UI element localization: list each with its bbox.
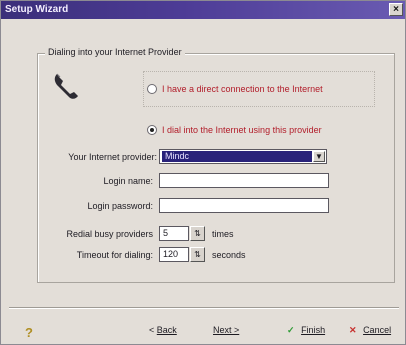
direct-connection-option[interactable]: I have a direct connection to the Intern…	[147, 82, 323, 96]
bottom-separator	[9, 307, 399, 309]
redial-spinner[interactable]: ⇅	[190, 226, 205, 241]
phone-icon	[54, 73, 78, 99]
help-icon[interactable]: ?	[25, 325, 33, 340]
provider-label: Your Internet provider:	[68, 152, 157, 162]
timeout-unit: seconds	[212, 250, 246, 260]
login-password-input[interactable]	[159, 198, 329, 213]
setup-wizard-window: Setup Wizard × Dialing into your Interne…	[0, 0, 406, 345]
redial-label: Redial busy providers	[66, 229, 153, 239]
chevron-down-icon[interactable]: ▼	[313, 151, 325, 162]
window-title: Setup Wizard	[5, 4, 69, 15]
provider-select[interactable]: Mindc ▼	[159, 149, 327, 164]
cancel-label: Cancel	[363, 325, 392, 335]
back-button[interactable]: < Back	[149, 325, 177, 335]
checkmark-icon: ✓	[287, 325, 295, 335]
dial-provider-option[interactable]: I dial into the Internet using this prov…	[147, 123, 322, 137]
direct-radio[interactable]	[147, 84, 157, 94]
login-label: Login name:	[103, 176, 153, 186]
title-bar: Setup Wizard ×	[1, 1, 405, 19]
close-button[interactable]: ×	[389, 3, 403, 16]
finish-button[interactable]: ✓ Finish	[287, 325, 325, 336]
password-label: Login password:	[87, 201, 153, 211]
dial-option-label: I dial into the Internet using this prov…	[162, 125, 322, 135]
back-label: Back	[156, 325, 177, 335]
timeout-input[interactable]: 120	[159, 247, 189, 262]
login-name-input[interactable]	[159, 173, 329, 188]
finish-label: Finish	[301, 325, 326, 335]
redial-input[interactable]: 5	[159, 226, 189, 241]
next-button[interactable]: Next >	[213, 325, 239, 335]
cancel-button[interactable]: ✕ Cancel	[349, 325, 391, 336]
dial-radio[interactable]	[147, 125, 157, 135]
provider-value: Mindc	[162, 151, 312, 162]
group-label: Dialing into your Internet Provider	[45, 47, 185, 57]
direct-option-label: I have a direct connection to the Intern…	[162, 84, 323, 94]
redial-unit: times	[212, 229, 234, 239]
next-label: Next >	[213, 325, 240, 335]
x-icon: ✕	[349, 325, 357, 335]
timeout-spinner[interactable]: ⇅	[190, 247, 205, 262]
timeout-label: Timeout for dialing:	[76, 250, 153, 260]
